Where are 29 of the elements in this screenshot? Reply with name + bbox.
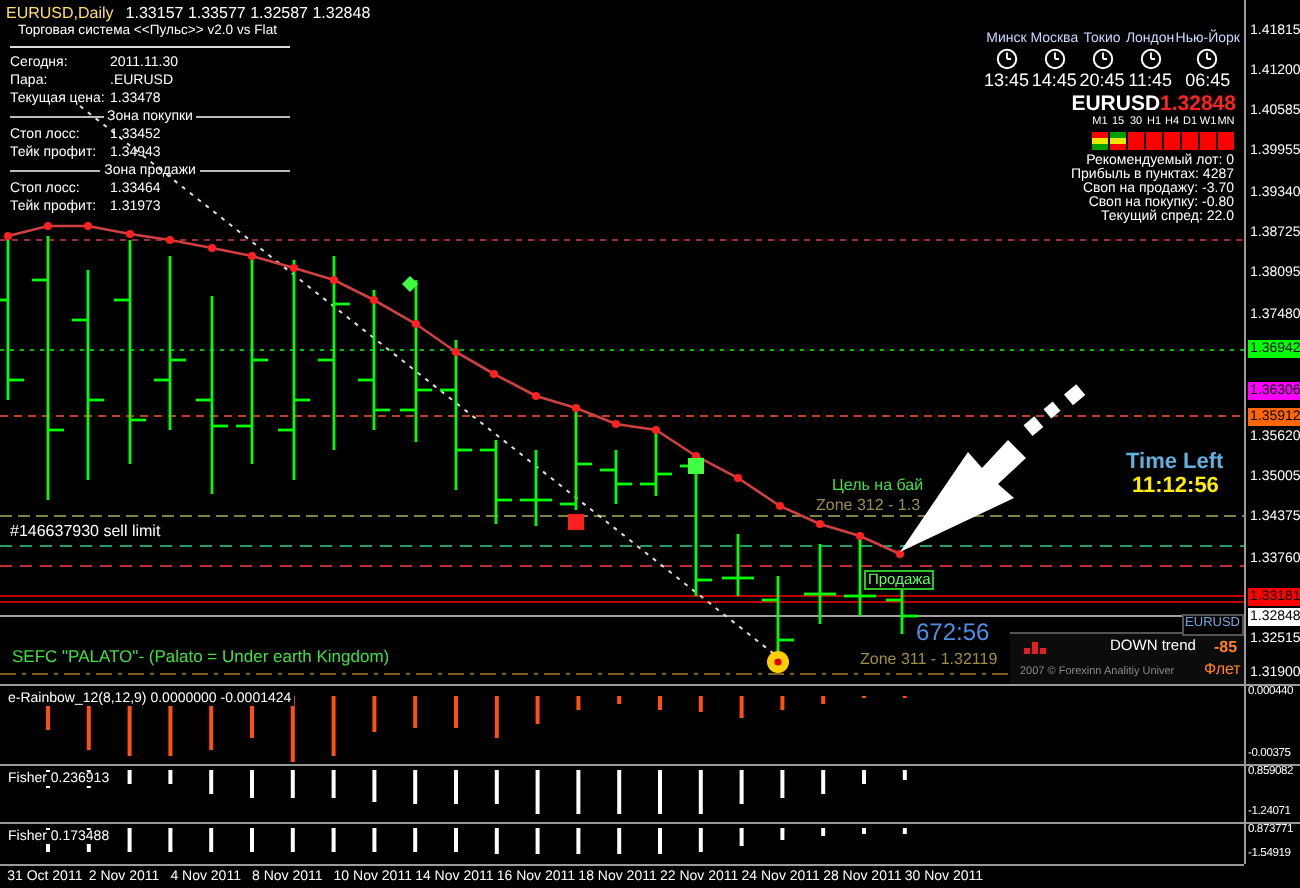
clock-icon (1091, 48, 1114, 70)
target-label: Цель на бай (832, 478, 924, 494)
square-marker (568, 514, 584, 530)
clock-time: 14:45 (1031, 72, 1077, 90)
time-left-label: Time Left (1126, 452, 1224, 474)
chart-symbol: EURUSD,Daily (6, 6, 114, 22)
clock-time: 06:45 (1185, 72, 1231, 90)
clock-time: 20:45 (1079, 72, 1125, 90)
dots-icon (1024, 642, 1048, 654)
trend-value: -85 (1214, 640, 1238, 656)
trend-state: Флет (1204, 662, 1241, 678)
clock-icon (1196, 48, 1219, 70)
indicator-name: SEFC "PALATO"- (Palato = Under earth Kingdom) (12, 648, 390, 665)
clock-time: 11:45 (1128, 72, 1172, 90)
clock-time: 13:45 (984, 72, 1030, 90)
clock-icon (1139, 48, 1162, 70)
signal-dot-icon (767, 651, 789, 673)
ohlc-values: 1.33157 1.33577 1.32587 1.32848 (125, 6, 371, 22)
clock-icon (995, 48, 1018, 70)
clock-icon (1043, 48, 1066, 70)
square-marker (688, 458, 704, 474)
order-label: #146637930 sell limit (10, 524, 161, 540)
time-left-value: 11:12:56 (1132, 476, 1219, 498)
zone-label: Zone 311 - 1.32119 (860, 652, 998, 668)
quote-symbol: EURUSD (1071, 94, 1161, 115)
diamond-marker (402, 276, 418, 292)
quote-price: 1.32848 (1160, 94, 1236, 115)
zone-label: Zone 312 - 1.3 (816, 498, 921, 514)
timer-label: 672:56 (916, 620, 990, 644)
